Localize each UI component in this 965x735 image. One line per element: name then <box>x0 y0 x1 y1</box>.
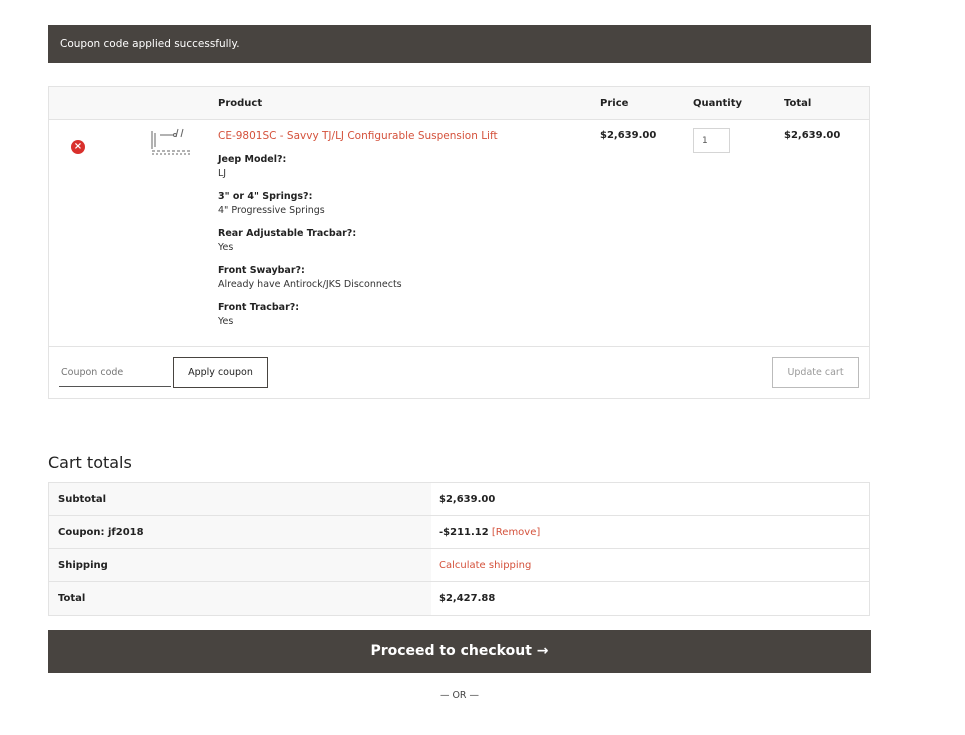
subtotal-row: Subtotal $2,639.00 <box>49 483 869 516</box>
cart-totals-title: Cart totals <box>48 453 132 472</box>
option-key: 3" or 4" Springs?: <box>218 191 313 202</box>
order-total-row: Total $2,427.88 <box>49 582 869 615</box>
shipping-value-cell: Calculate shipping <box>431 549 869 581</box>
apply-coupon-button[interactable]: Apply coupon <box>173 357 268 388</box>
header-product: Product <box>218 98 263 109</box>
checkout-label: Proceed to checkout <box>370 643 532 659</box>
update-cart-button[interactable]: Update cart <box>772 357 859 388</box>
subtotal-value: $2,639.00 <box>439 494 496 505</box>
product-option: Front Tracbar?: Yes <box>218 301 299 329</box>
option-key: Front Tracbar?: <box>218 302 300 313</box>
option-key: Rear Adjustable Tracbar?: <box>218 228 357 239</box>
option-value: Yes <box>218 242 234 253</box>
quantity-input[interactable] <box>693 128 730 153</box>
remove-item-icon[interactable]: × <box>71 140 85 154</box>
arrow-right-icon: → <box>536 643 549 659</box>
cart-actions: Apply coupon Update cart <box>49 346 869 398</box>
notice-message: Coupon code applied successfully. <box>60 38 240 50</box>
coupon-label: Coupon: jf2018 <box>49 516 431 548</box>
product-name-link[interactable]: CE-9801SC - Savvy TJ/LJ Configurable Sus… <box>218 130 498 142</box>
coupon-code-input[interactable] <box>59 358 171 387</box>
proceed-to-checkout-button[interactable]: Proceed to checkout → <box>48 630 871 673</box>
header-total: Total <box>784 98 812 109</box>
subtotal-label: Subtotal <box>49 483 431 515</box>
product-option: Rear Adjustable Tracbar?: Yes <box>218 227 356 255</box>
shipping-label: Shipping <box>49 549 431 581</box>
order-total-value: $2,427.88 <box>439 593 496 604</box>
coupon-value-cell: -$211.12 [Remove] <box>431 516 869 548</box>
order-total-label: Total <box>49 582 431 615</box>
or-divider: — OR — <box>439 690 480 701</box>
option-key: Front Swaybar?: <box>218 265 305 276</box>
cart-totals-table: Subtotal $2,639.00 Coupon: jf2018 -$211.… <box>48 482 870 616</box>
cart-table: Product Price Quantity Total × CE-9801SC… <box>48 86 870 399</box>
header-quantity: Quantity <box>693 98 742 109</box>
option-value: 4" Progressive Springs <box>218 205 325 216</box>
product-option: Jeep Model?: LJ <box>218 153 286 181</box>
option-value: LJ <box>218 168 227 179</box>
option-value: Yes <box>218 316 234 327</box>
coupon-row: Coupon: jf2018 -$211.12 [Remove] <box>49 516 869 549</box>
product-option: 3" or 4" Springs?: 4" Progressive Spring… <box>218 190 325 218</box>
calculate-shipping-link[interactable]: Calculate shipping <box>439 560 531 571</box>
shipping-row: Shipping Calculate shipping <box>49 549 869 582</box>
item-line-total: $2,639.00 <box>784 130 841 141</box>
header-price: Price <box>600 98 629 109</box>
product-thumbnail[interactable] <box>150 127 192 157</box>
remove-coupon-link[interactable]: [Remove] <box>492 527 540 538</box>
coupon-success-notice: Coupon code applied successfully. <box>48 25 871 63</box>
option-value: Already have Antirock/JKS Disconnects <box>218 279 402 290</box>
item-price: $2,639.00 <box>600 130 657 141</box>
coupon-discount: -$211.12 <box>439 527 489 538</box>
option-key: Jeep Model?: <box>218 154 287 165</box>
product-option: Front Swaybar?: Already have Antirock/JK… <box>218 264 402 292</box>
cart-table-header: Product Price Quantity Total <box>49 87 869 120</box>
